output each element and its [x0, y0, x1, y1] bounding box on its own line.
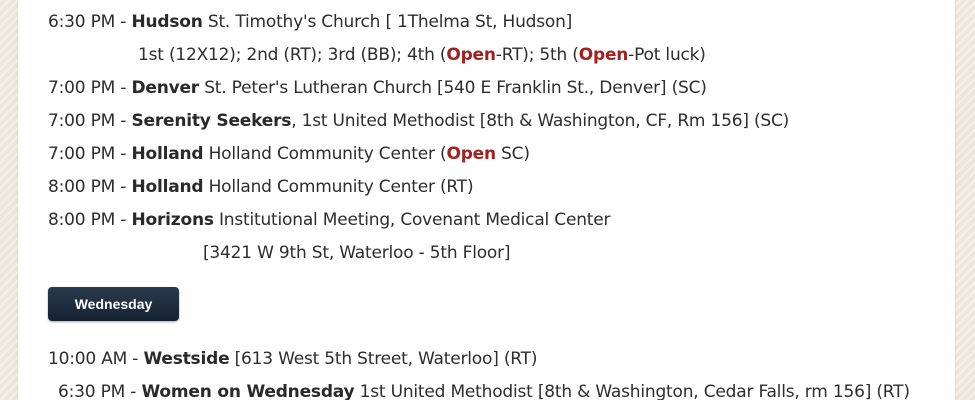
meeting-name: Westside — [143, 349, 230, 369]
meeting-name: Horizons — [131, 210, 214, 230]
meeting-row: 7:00 PM - Denver St. Peter's Lutheran Ch… — [48, 76, 707, 100]
open-label: Open — [446, 45, 496, 65]
meeting-details: 1st United Methodist [8th & Washington, … — [354, 382, 910, 400]
meeting-name: Hudson — [131, 12, 203, 32]
meeting-time: 10:00 AM - — [48, 349, 144, 369]
schedule-text: -RT); 5th ( — [495, 45, 579, 65]
open-label: Open — [446, 144, 496, 164]
wednesday-button[interactable]: Wednesday — [48, 287, 179, 321]
meeting-row: 8:00 PM - Holland Holland Community Cent… — [48, 175, 474, 199]
meeting-name: Serenity Seekers — [131, 111, 292, 131]
meeting-row: 6:30 PM - Hudson St. Timothy's Church [ … — [48, 10, 572, 34]
meeting-time: 8:00 PM - — [48, 177, 132, 197]
meeting-row: 7:00 PM - Serenity Seekers, 1st United M… — [48, 109, 789, 133]
meeting-row: 8:00 PM - Horizons Institutional Meeting… — [48, 208, 610, 232]
meeting-row: 7:00 PM - Holland Holland Community Cent… — [48, 142, 530, 166]
meeting-schedule: 1st (12X12); 2nd (RT); 3rd (BB); 4th (Op… — [138, 43, 706, 67]
meeting-details: St. Peter's Lutheran Church [540 E Frank… — [199, 78, 707, 98]
meeting-time: 7:00 PM - — [48, 144, 132, 164]
schedule-text: -Pot luck) — [628, 45, 706, 65]
meeting-name: Holland — [131, 177, 204, 197]
meeting-row: 6:30 PM - Women on Wednesday 1st United … — [58, 380, 910, 400]
meeting-details: St. Timothy's Church [ 1Thelma St, Hudso… — [202, 12, 573, 32]
meeting-details: Institutional Meeting, Covenant Medical … — [213, 210, 611, 230]
meeting-address-continuation: [3421 W 9th St, Waterloo - 5th Floor] — [203, 243, 511, 263]
meeting-details: Holland Community Center ( — [203, 144, 447, 164]
meeting-details: Holland Community Center (RT) — [203, 177, 474, 197]
meeting-details: SC) — [495, 144, 530, 164]
meeting-name: Women on Wednesday — [141, 382, 355, 400]
meeting-time: 8:00 PM - — [48, 210, 132, 230]
meeting-list-panel: 6:30 PM - Hudson St. Timothy's Church [ … — [18, 0, 955, 400]
meeting-name: Denver — [131, 78, 199, 98]
meeting-name: Holland — [131, 144, 204, 164]
meeting-row: 10:00 AM - Westside [613 West 5th Street… — [48, 347, 537, 371]
meeting-time: 6:30 PM - — [48, 12, 132, 32]
open-label: Open — [578, 45, 629, 65]
meeting-time: 6:30 PM - — [58, 382, 142, 400]
schedule-text: 1st (12X12); 2nd (RT); 3rd (BB); 4th ( — [138, 45, 447, 65]
meeting-details: , 1st United Methodist [8th & Washington… — [291, 111, 790, 131]
meeting-time: 7:00 PM - — [48, 111, 132, 131]
meeting-time: 7:00 PM - — [48, 78, 132, 98]
meeting-details: [613 West 5th Street, Waterloo] (RT) — [229, 349, 538, 369]
